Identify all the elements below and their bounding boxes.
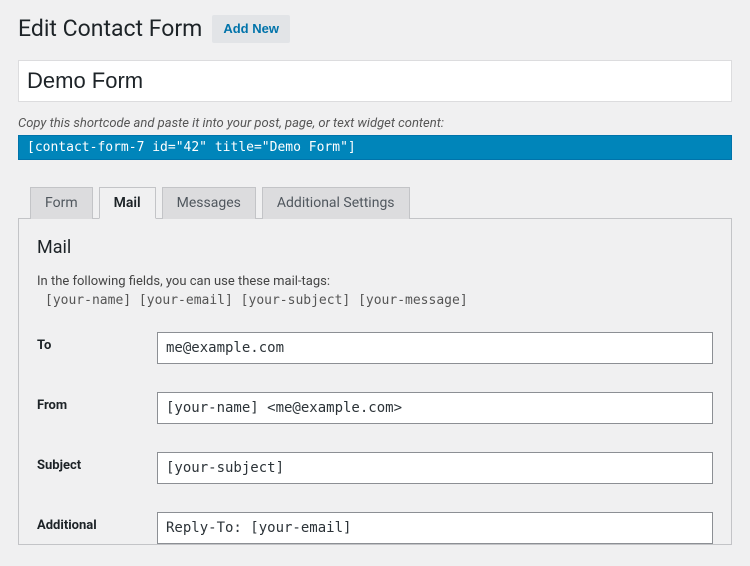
mail-tags-list: [your-name] [your-email] [your-subject] …: [45, 293, 713, 308]
subject-input[interactable]: [157, 452, 713, 484]
tab-mail[interactable]: Mail: [99, 187, 156, 219]
additional-headers-label: Additional: [37, 512, 157, 533]
shortcode-value[interactable]: [contact-form-7 id="42" title="Demo Form…: [18, 135, 732, 160]
from-label: From: [37, 392, 157, 413]
mail-tags-intro: In the following fields, you can use the…: [37, 274, 713, 289]
subject-label: Subject: [37, 452, 157, 473]
tab-form[interactable]: Form: [30, 187, 93, 219]
tab-additional-settings[interactable]: Additional Settings: [262, 187, 410, 219]
from-input[interactable]: [157, 392, 713, 424]
page-title: Edit Contact Form: [18, 14, 202, 44]
to-label: To: [37, 332, 157, 353]
to-input[interactable]: [157, 332, 713, 364]
mail-heading: Mail: [37, 237, 713, 258]
tabs-nav: Form Mail Messages Additional Settings: [18, 186, 732, 219]
mail-panel: Mail In the following fields, you can us…: [18, 219, 732, 545]
form-title-input[interactable]: [18, 60, 732, 102]
shortcode-instruction: Copy this shortcode and paste it into yo…: [18, 116, 732, 131]
additional-headers-input[interactable]: [157, 512, 713, 544]
add-new-button[interactable]: Add New: [212, 15, 290, 43]
tab-messages[interactable]: Messages: [162, 187, 256, 219]
